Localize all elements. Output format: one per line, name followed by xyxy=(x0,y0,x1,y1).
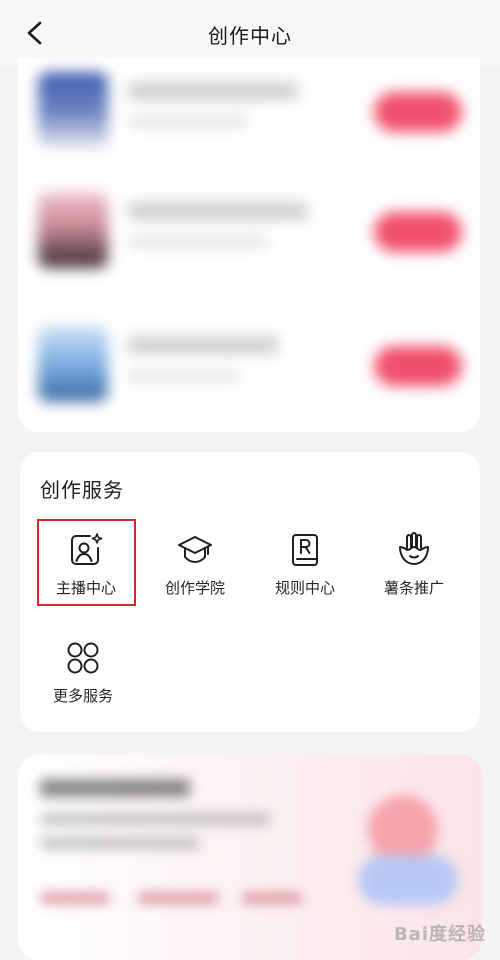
blurred-tag xyxy=(138,893,218,903)
section-title: 创作服务 xyxy=(40,478,124,502)
blurred-text xyxy=(40,837,200,849)
thumbnail xyxy=(38,192,108,268)
service-rule-center[interactable]: 规则中心 xyxy=(255,522,355,612)
service-label: 更多服务 xyxy=(52,687,113,705)
thumbnail xyxy=(38,72,108,148)
promo-illustration xyxy=(358,855,458,905)
top-bar: 创作中心 xyxy=(0,0,500,66)
blurred-text xyxy=(40,779,190,797)
creator-services-card: 创作服务 主播中心 创作学院 规则中心 薯条推广 更多服务 xyxy=(20,452,480,732)
service-label: 创作学院 xyxy=(164,579,225,597)
service-fries-promotion[interactable]: 薯条推广 xyxy=(364,522,464,612)
list-item[interactable] xyxy=(18,316,480,412)
blurred-tag xyxy=(40,893,110,903)
action-button[interactable] xyxy=(374,346,462,386)
service-label: 规则中心 xyxy=(274,579,335,597)
blurred-text xyxy=(40,813,270,825)
service-label: 薯条推广 xyxy=(383,579,444,597)
thumbnail xyxy=(38,326,108,402)
action-button[interactable] xyxy=(374,92,462,132)
rule-book-icon xyxy=(292,534,318,566)
list-item[interactable] xyxy=(18,62,480,158)
blurred-text xyxy=(128,236,268,248)
blurred-text xyxy=(128,370,238,382)
blurred-text xyxy=(128,336,278,354)
page-title: 创作中心 xyxy=(208,24,292,48)
list-item[interactable] xyxy=(18,182,480,278)
grid-circles-icon xyxy=(67,642,99,674)
blurred-text xyxy=(128,116,248,128)
blurred-text xyxy=(128,202,308,220)
fries-icon xyxy=(399,532,429,565)
graduation-cap-icon xyxy=(178,536,212,563)
blurred-tag xyxy=(242,893,302,903)
watermark: Bai度经验 xyxy=(393,924,486,945)
action-button[interactable] xyxy=(374,212,462,252)
service-anchor-center[interactable]: 主播中心 xyxy=(36,522,136,612)
service-more[interactable]: 更多服务 xyxy=(33,630,133,720)
anchor-profile-icon xyxy=(71,533,103,565)
works-list-card xyxy=(18,58,480,432)
blurred-text xyxy=(128,82,298,100)
service-creator-academy[interactable]: 创作学院 xyxy=(145,522,245,612)
service-label: 主播中心 xyxy=(55,579,116,597)
